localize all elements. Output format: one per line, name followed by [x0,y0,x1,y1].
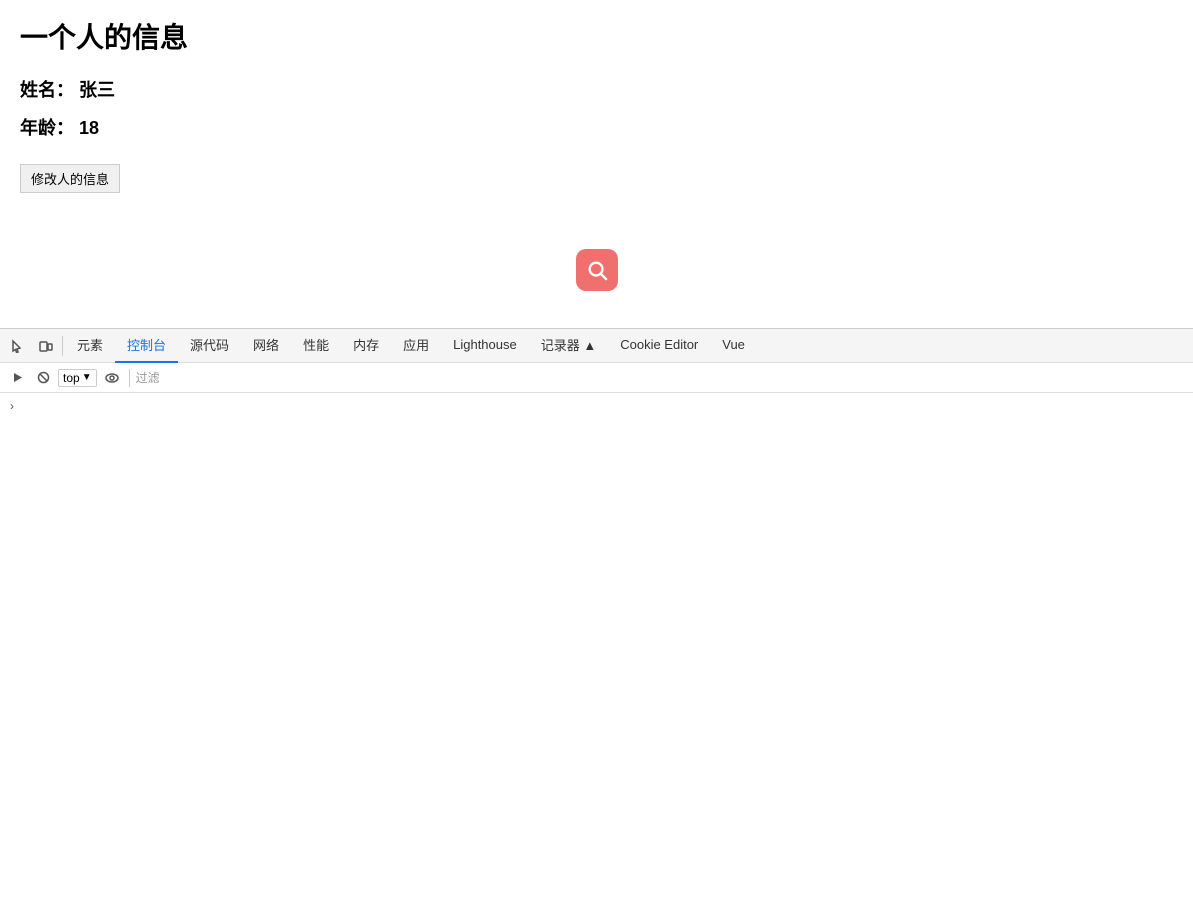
tab-network[interactable]: 网络 [241,329,291,363]
page-content: 一个人的信息 姓名： 张三 年龄： 18 修改人的信息 [0,0,1193,209]
play-icon [11,371,24,384]
name-row: 姓名： 张三 [20,76,1173,102]
console-toolbar: top ▼ [0,363,1193,393]
name-value: 张三 [79,80,115,100]
tab-sources[interactable]: 源代码 [178,329,241,363]
inspect-icon-button[interactable] [4,332,32,360]
tab-application[interactable]: 应用 [391,329,441,363]
search-icon-box [576,249,618,291]
edit-button[interactable]: 修改人的信息 [20,164,120,193]
block-icon [37,371,50,384]
console-chevron-icon[interactable]: › [8,397,16,415]
cursor-icon [11,339,25,353]
tab-recorder[interactable]: 记录器 ▲ [529,329,608,363]
context-selector[interactable]: top ▼ [58,369,97,387]
device-icon [39,339,53,353]
console-separator [129,369,130,387]
chevron-down-icon: ▼ [82,372,92,383]
context-value: top [63,371,80,385]
eye-icon [105,371,119,385]
search-icon [586,259,608,281]
search-icon-area [0,249,1193,291]
tab-cookie-editor[interactable]: Cookie Editor [608,329,710,363]
clear-console-button[interactable] [32,367,54,389]
name-label: 姓名： [20,80,74,100]
run-script-button[interactable] [6,367,28,389]
toolbar-separator-1 [62,336,63,356]
device-icon-button[interactable] [32,332,60,360]
devtools-toolbar: 元素 控制台 源代码 网络 性能 内存 应用 Lighthouse 记录器 ▲ … [0,329,1193,363]
filter-input[interactable] [136,371,256,385]
eye-icon-button[interactable] [101,367,123,389]
tab-vue[interactable]: Vue [710,329,757,363]
age-label: 年龄： [20,118,74,138]
devtools-panel: 元素 控制台 源代码 网络 性能 内存 应用 Lighthouse 记录器 ▲ … [0,328,1193,898]
tab-console[interactable]: 控制台 [115,329,178,363]
tab-lighthouse[interactable]: Lighthouse [441,329,529,363]
tab-memory[interactable]: 内存 [341,329,391,363]
tab-elements[interactable]: 元素 [65,329,115,363]
tab-performance[interactable]: 性能 [291,329,341,363]
age-row: 年龄： 18 [20,114,1173,140]
page-title: 一个人的信息 [20,16,1173,56]
console-area[interactable]: › [0,393,1193,898]
age-value: 18 [79,118,99,138]
